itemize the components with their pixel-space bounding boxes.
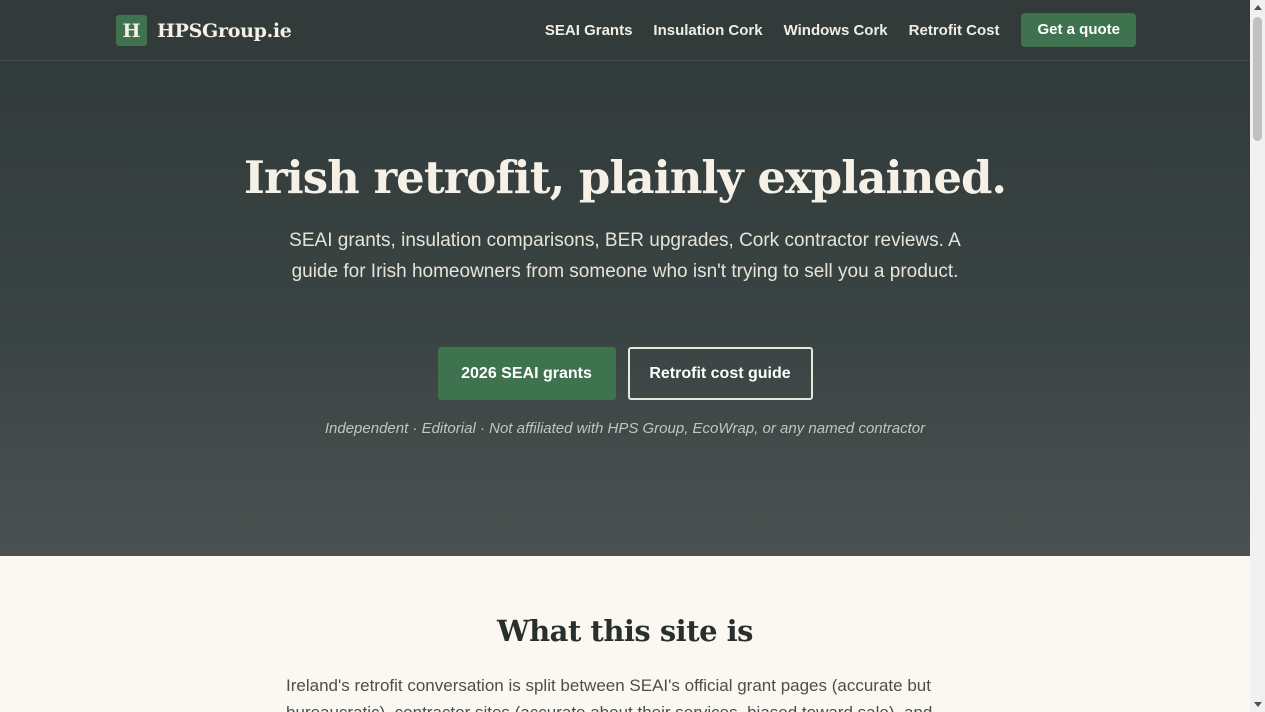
vertical-scrollbar[interactable] xyxy=(1250,0,1265,712)
nav-link-insulation-cork[interactable]: Insulation Cork xyxy=(653,22,762,39)
nav-link-seai-grants[interactable]: SEAI Grants xyxy=(545,22,633,39)
get-a-quote-button[interactable]: Get a quote xyxy=(1021,13,1136,47)
scroll-up-button[interactable] xyxy=(1250,0,1265,15)
nav-link-windows-cork[interactable]: Windows Cork xyxy=(784,22,888,39)
hero-section: Irish retrofit, plainly explained. SEAI … xyxy=(0,61,1250,556)
logo-mark: H xyxy=(116,15,147,46)
section-body: Ireland's retrofit conversation is split… xyxy=(286,676,932,712)
site-header: H HPSGroup.ie SEAI Grants Insulation Cor… xyxy=(0,0,1250,61)
page-viewport: H HPSGroup.ie SEAI Grants Insulation Cor… xyxy=(0,0,1250,712)
nav-link-retrofit-cost[interactable]: Retrofit Cost xyxy=(909,22,1000,39)
seai-grants-button[interactable]: 2026 SEAI grants xyxy=(437,347,616,400)
site-name: HPSGroup.ie xyxy=(157,19,292,42)
scrollbar-thumb[interactable] xyxy=(1253,17,1262,141)
hero-title: Irish retrofit, plainly explained. xyxy=(243,151,1007,204)
scroll-up-arrow-icon xyxy=(1253,5,1262,10)
scroll-down-arrow-icon xyxy=(1253,702,1262,707)
hero-lede: SEAI grants, insulation comparisons, BER… xyxy=(289,230,961,282)
main-nav: SEAI Grants Insulation Cork Windows Cork… xyxy=(545,13,1136,47)
about-section: What this site is Ireland's retrofit con… xyxy=(0,556,1250,712)
hero-buttons: 2026 SEAI grants Retrofit cost guide xyxy=(0,347,1250,400)
retrofit-cost-guide-button[interactable]: Retrofit cost guide xyxy=(627,347,813,400)
site-logo-link[interactable]: H HPSGroup.ie xyxy=(116,15,292,46)
independence-disclaimer: Independent · Editorial · Not affiliated… xyxy=(324,420,926,437)
scroll-down-button[interactable] xyxy=(1250,697,1265,712)
section-title: What this site is xyxy=(497,614,753,648)
